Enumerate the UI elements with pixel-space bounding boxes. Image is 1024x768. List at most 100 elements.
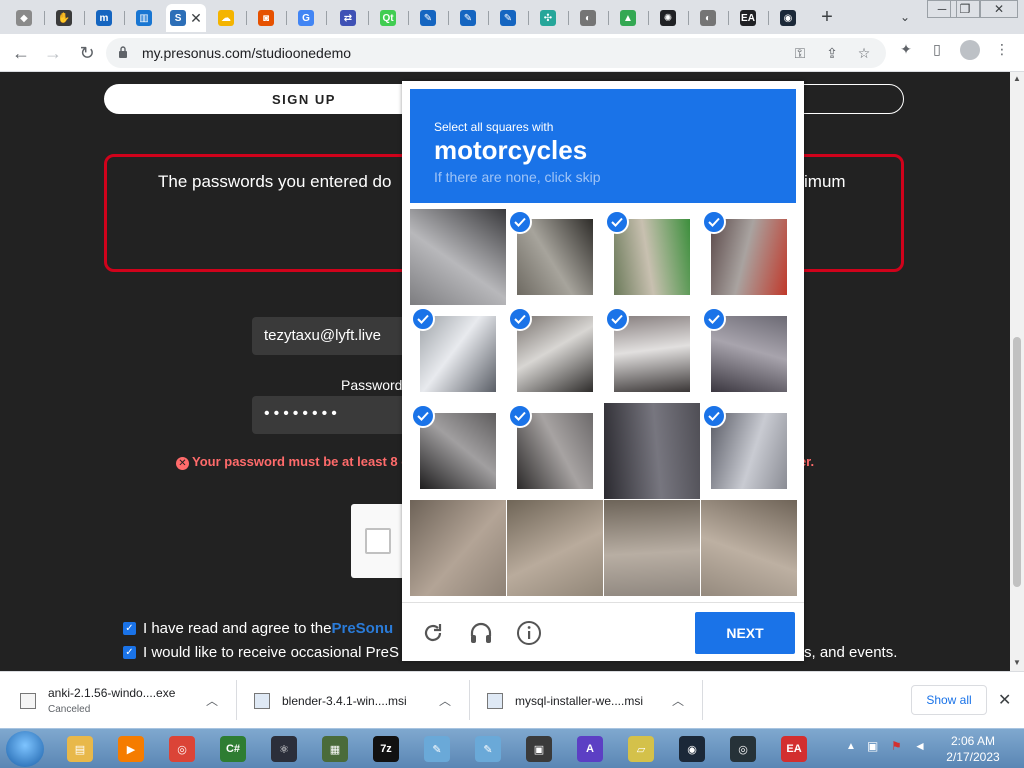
ea-app-taskbar-button[interactable]: EA (772, 732, 816, 766)
challenge-image-tile[interactable] (701, 209, 797, 305)
browser-tab[interactable]: m (86, 4, 122, 32)
download-item[interactable]: mysql-installer-we....msi (487, 672, 643, 729)
action-center-flag-icon[interactable]: ⚑ (891, 739, 902, 753)
audio-headphones-icon[interactable] (467, 619, 495, 647)
reload-icon[interactable]: ↻ (76, 42, 98, 64)
scrollbar-thumb[interactable] (1013, 337, 1021, 587)
browser-tab[interactable]: Qt (370, 4, 406, 32)
menu-kebab-icon[interactable]: ⋮ (994, 41, 1010, 57)
close-download-bar-icon[interactable]: ✕ (998, 690, 1011, 710)
browser-tab[interactable]: ⇄ (330, 4, 366, 32)
bookmark-star-icon[interactable]: ☆ (856, 45, 872, 61)
new-tab-button[interactable]: + (814, 4, 840, 30)
network-icon[interactable]: ▣ (867, 739, 878, 753)
challenge-image-tile[interactable] (410, 500, 506, 596)
newsletter-checkbox[interactable]: ✓ (123, 646, 136, 659)
notepad-taskbar-button[interactable]: ✎ (415, 732, 459, 766)
close-window-button[interactable]: ✕ (980, 0, 1018, 18)
browser-tab[interactable]: EA (730, 4, 766, 32)
challenge-image-tile[interactable] (507, 500, 603, 596)
browser-tab[interactable]: ☁ (208, 4, 244, 32)
newsletter-text: I would like to receive occasional PreS (143, 644, 399, 661)
share-icon[interactable]: ⇪ (824, 45, 840, 61)
arc-taskbar-button[interactable]: A (568, 732, 612, 766)
browser-tab[interactable]: G (288, 4, 324, 32)
electron-taskbar-button[interactable]: ⚛ (262, 732, 306, 766)
tray-show-hidden-icon[interactable]: ▲ (846, 741, 856, 752)
challenge-header: Select all squares with motorcycles If t… (410, 89, 796, 203)
browser-tab[interactable]: ✎ (490, 4, 526, 32)
browser-tab[interactable]: ◙ (248, 4, 284, 32)
challenge-image-tile[interactable] (507, 209, 603, 305)
extensions-icon[interactable]: ✦ (898, 41, 914, 57)
challenge-image-tile[interactable] (507, 403, 603, 499)
profile-avatar-icon[interactable] (960, 40, 980, 60)
task-manager-taskbar-button[interactable]: ▦ (313, 732, 357, 766)
terms-link[interactable]: PreSonu (331, 620, 393, 637)
restore-button[interactable]: ❐ (950, 0, 980, 18)
download-options-chevron-icon[interactable]: ︿ (439, 692, 451, 709)
media-player-taskbar-button[interactable]: ▶ (109, 732, 153, 766)
download-item[interactable]: blender-3.4.1-win....msi (254, 672, 407, 729)
chip-taskbar-button[interactable]: ▣ (517, 732, 561, 766)
file-explorer-taskbar-button[interactable]: ▤ (58, 732, 102, 766)
challenge-image-tile[interactable] (701, 403, 797, 499)
folder-notes-taskbar-button[interactable]: ▱ (619, 732, 663, 766)
7zip-icon: 7z (373, 736, 399, 762)
challenge-image-tile[interactable] (604, 403, 700, 499)
key-icon[interactable]: ⚿ (792, 45, 808, 61)
side-panel-icon[interactable]: ▯ (929, 41, 945, 57)
page-scrollbar[interactable]: ▲ ▼ (1010, 72, 1024, 671)
challenge-image-tile[interactable] (507, 306, 603, 402)
browser-tab[interactable]: ✎ (410, 4, 446, 32)
start-button[interactable] (6, 731, 44, 767)
address-bar[interactable]: my.presonus.com/studioonedemo ⚿ ⇪ ☆ (106, 38, 886, 68)
browser-tab[interactable]: ✎ (450, 4, 486, 32)
browser-tab[interactable]: ✣ (530, 4, 566, 32)
browser-tab[interactable]: ✺ (650, 4, 686, 32)
tab-search-chevron-icon[interactable]: ⌄ (894, 4, 916, 30)
clock-date: 2/17/2023 (946, 750, 1000, 764)
browser-tab[interactable]: ◉ (770, 4, 806, 32)
next-button[interactable]: NEXT (695, 612, 795, 654)
browser-tab[interactable]: ◆ (6, 4, 42, 32)
recaptcha-checkbox[interactable] (365, 528, 391, 554)
challenge-image-tile[interactable] (604, 306, 700, 402)
challenge-image-tile[interactable] (410, 209, 506, 305)
notepad2-taskbar-button[interactable]: ✎ (466, 732, 510, 766)
info-icon[interactable] (515, 619, 543, 647)
chrome-icon: ◎ (169, 736, 195, 762)
challenge-image-tile[interactable] (410, 403, 506, 499)
back-arrow-icon[interactable]: ← (10, 42, 32, 64)
7zip-taskbar-button[interactable]: 7z (364, 732, 408, 766)
clock[interactable]: 2:06 AM 2/17/2023 (934, 733, 1012, 765)
browser-tab-active[interactable]: S ✕ (166, 4, 206, 32)
challenge-image-tile[interactable] (604, 209, 700, 305)
password-field[interactable]: •••••••• (252, 396, 412, 434)
challenge-image-tile[interactable] (410, 306, 506, 402)
browser-tab[interactable]: ✋ (46, 4, 82, 32)
close-tab-icon[interactable]: ✕ (190, 10, 202, 27)
steam-taskbar-button[interactable]: ◉ (670, 732, 714, 766)
challenge-image-tile[interactable] (701, 500, 797, 596)
forward-arrow-icon[interactable]: → (42, 42, 64, 64)
email-field[interactable]: tezytaxu@lyft.live (252, 317, 412, 355)
tile-photo (507, 500, 603, 596)
spiral-taskbar-button[interactable]: ◎ (721, 732, 765, 766)
terms-checkbox[interactable]: ✓ (123, 622, 136, 635)
volume-icon[interactable]: ◄ (914, 739, 926, 753)
browser-tab[interactable]: ▲ (610, 4, 646, 32)
refresh-icon[interactable] (419, 619, 447, 647)
browser-tab[interactable]: ▥ (126, 4, 162, 32)
browser-tab[interactable]: ◐ (570, 4, 606, 32)
show-all-button[interactable]: Show all (911, 685, 987, 715)
download-item[interactable]: anki-2.1.56-windo....exe Canceled (20, 672, 175, 729)
challenge-image-tile[interactable] (604, 500, 700, 596)
challenge-image-tile[interactable] (701, 306, 797, 402)
browser-tab[interactable]: ◐ (690, 4, 726, 32)
chrome-taskbar-button[interactable]: ◎ (160, 732, 204, 766)
download-options-chevron-icon[interactable]: ︿ (206, 692, 218, 709)
csharp-taskbar-button[interactable]: C# (211, 732, 255, 766)
tile-photo (701, 500, 797, 596)
download-options-chevron-icon[interactable]: ︿ (672, 692, 684, 709)
